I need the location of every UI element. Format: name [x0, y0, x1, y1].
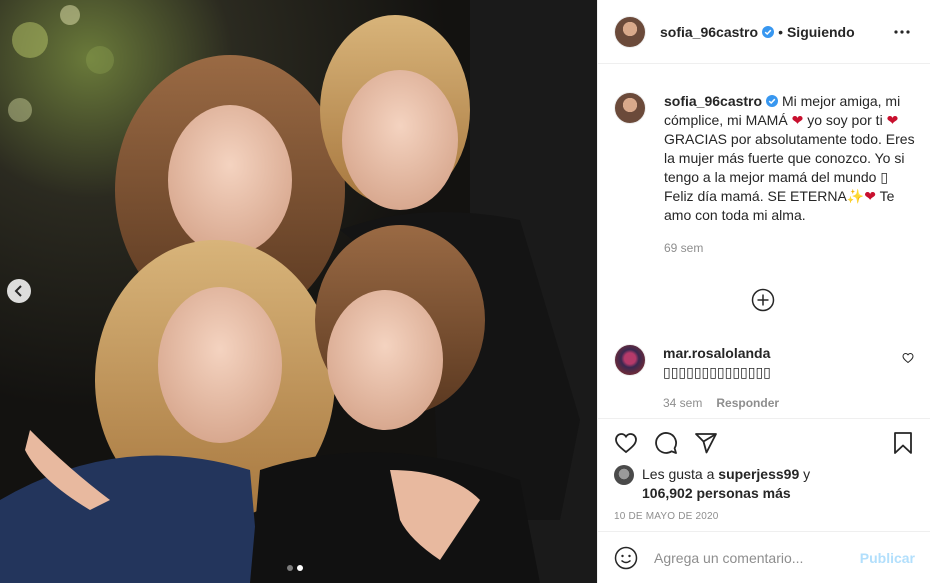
- verified-icon: [766, 95, 779, 107]
- plus-circle-icon[interactable]: [751, 288, 775, 312]
- post-side-panel: sofia_96castro • Siguiendo sofia_96castr…: [597, 0, 930, 583]
- previous-photo-button[interactable]: [7, 279, 31, 303]
- caption-text: Mi mejor amiga, mi cómplice, mi MAMÁ ❤ y…: [664, 93, 915, 223]
- comment-timestamp[interactable]: 34 sem: [663, 396, 702, 410]
- heart-icon[interactable]: [614, 431, 638, 455]
- author-avatar[interactable]: [614, 15, 646, 48]
- comments-area[interactable]: sofia_96castro Mi mejor amiga, mi cómpli…: [598, 64, 930, 418]
- publish-button[interactable]: Publicar: [860, 550, 915, 566]
- post-caption: sofia_96castro Mi mejor amiga, mi cómpli…: [614, 80, 915, 258]
- comment-text: ▯▯▯▯▯▯▯▯▯▯▯▯▯▯: [663, 364, 771, 380]
- post-photo[interactable]: [0, 0, 597, 583]
- likes-count[interactable]: 106,902 personas más: [642, 485, 791, 501]
- comment-composer: Publicar: [598, 531, 930, 583]
- heart-emoji: ❤: [886, 112, 899, 128]
- post-header: sofia_96castro • Siguiendo: [598, 0, 930, 64]
- emoji-icon[interactable]: [614, 546, 638, 570]
- bookmark-icon[interactable]: [891, 431, 915, 455]
- verified-icon: [762, 25, 775, 38]
- caption-timestamp[interactable]: 69 sem: [664, 239, 915, 258]
- comment-item: mar.rosalolanda ▯▯▯▯▯▯▯▯▯▯▯▯▯▯ 34 sem Res…: [614, 344, 914, 413]
- separator: •: [778, 23, 783, 40]
- liker-username[interactable]: superjess99: [718, 466, 799, 482]
- share-icon[interactable]: [694, 431, 718, 455]
- heart-emoji: ❤: [864, 188, 876, 204]
- carousel-dot: [287, 565, 293, 571]
- comment-body: mar.rosalolanda ▯▯▯▯▯▯▯▯▯▯▯▯▯▯ 34 sem Res…: [663, 344, 878, 413]
- more-icon: [894, 29, 910, 34]
- carousel-indicator: [287, 565, 303, 571]
- heart-icon[interactable]: [902, 352, 914, 364]
- likes-text[interactable]: Les gusta a superjess99 y 106,902 person…: [642, 465, 810, 503]
- liker-avatar[interactable]: [614, 465, 634, 485]
- following-button[interactable]: Siguiendo: [787, 24, 855, 40]
- post-date[interactable]: 10 DE MAYO DE 2020: [614, 511, 915, 522]
- action-bar: [614, 419, 915, 467]
- commenter-username[interactable]: mar.rosalolanda: [663, 345, 770, 361]
- carousel-dot-active: [297, 565, 303, 571]
- caption-author-avatar[interactable]: [614, 92, 646, 124]
- caption-body: sofia_96castro Mi mejor amiga, mi cómpli…: [664, 92, 915, 258]
- comment-input[interactable]: [654, 549, 854, 566]
- caption-author-username[interactable]: sofia_96castro: [664, 93, 762, 109]
- comment-icon[interactable]: [654, 431, 678, 455]
- likes-summary: Les gusta a superjess99 y 106,902 person…: [614, 465, 915, 503]
- author-username[interactable]: sofia_96castro: [660, 24, 758, 40]
- action-section: Les gusta a superjess99 y 106,902 person…: [598, 418, 930, 522]
- sparkles-emoji: ✨: [846, 188, 865, 204]
- commenter-avatar[interactable]: [614, 344, 646, 376]
- photo-illustration: [0, 0, 597, 583]
- unknown-glyph: ▯: [880, 169, 889, 185]
- chevron-left-icon: [14, 285, 22, 297]
- comment-meta: 34 sem Responder: [663, 394, 878, 413]
- reply-button[interactable]: Responder: [716, 396, 779, 410]
- heart-emoji: ❤: [791, 112, 804, 128]
- more-options-button[interactable]: [890, 20, 914, 44]
